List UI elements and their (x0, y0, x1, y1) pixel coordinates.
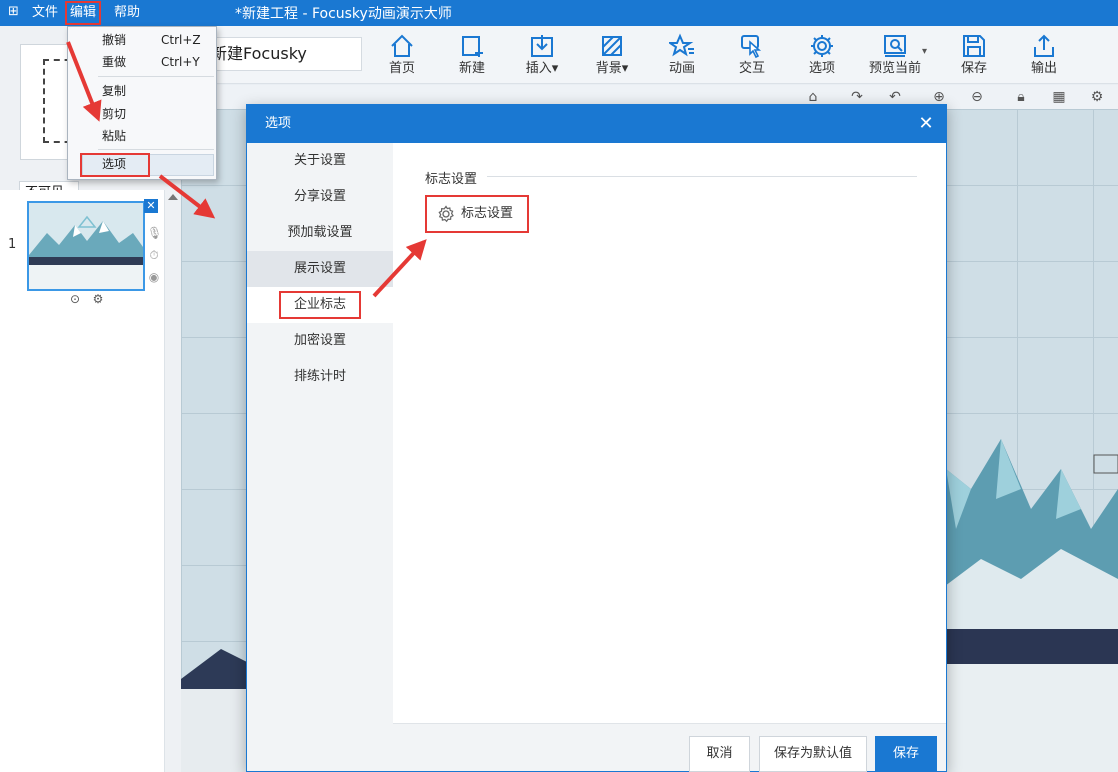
animation-label: 动画 (668, 61, 695, 76)
edit-menu: 撤销 Ctrl+Z 重做 Ctrl+Y 复制 剪切 粘贴 选项 (67, 26, 217, 180)
logo-settings-button[interactable]: 标志设置 (425, 195, 529, 233)
app-logo-icon: ⊞ (8, 4, 19, 19)
nav-encryption-settings[interactable]: 加密设置 (247, 323, 393, 359)
menu-options[interactable]: 选项 (80, 153, 150, 177)
options-button[interactable]: 选项 (790, 31, 854, 81)
dialog-footer: 取消 保存为默认值 保存 (393, 723, 946, 772)
interaction-button[interactable]: 交互 (720, 31, 784, 81)
mountain-thumbnail-image (29, 203, 143, 289)
grid-icon[interactable]: ▦ (1050, 88, 1068, 106)
preview-icon (884, 35, 906, 57)
background-label: 背景▾ (595, 61, 629, 76)
scroll-up-icon[interactable] (168, 194, 178, 200)
new-icon (462, 36, 483, 57)
nav-preload-settings[interactable]: 预加载设置 (247, 215, 393, 251)
dialog-header: 选项 ✕ (247, 105, 946, 143)
nav-about-settings[interactable]: 关于设置 (247, 143, 393, 179)
slide-delete-icon[interactable]: ✕ (144, 199, 158, 213)
home-icon (391, 34, 413, 57)
options-dialog: 选项 ✕ 关于设置 分享设置 预加载设置 展示设置 企业标志 加密设置 排练计时… (246, 104, 947, 772)
nav-rehearsal-timing[interactable]: 排练计时 (247, 359, 393, 395)
menu-edit[interactable]: 编辑 (64, 1, 102, 25)
slide-list: 1 ✕ 🎙︎ ⏱︎ ◉ ⊙ ⚙ (0, 190, 165, 772)
home-button[interactable]: 首页 (370, 31, 434, 81)
settings-grid-icon[interactable]: ⚙ (1088, 88, 1106, 106)
cancel-button[interactable]: 取消 (689, 736, 750, 772)
preview-dropdown-icon[interactable]: ▾ (922, 46, 927, 57)
play-icon[interactable]: ⊙ (68, 292, 82, 306)
save-default-button[interactable]: 保存为默认值 (759, 736, 867, 772)
eye-icon[interactable]: ◉ (147, 270, 161, 284)
nav-company-logo-label: 企业标志 (279, 291, 361, 319)
nav-display-settings[interactable]: 展示设置 (247, 251, 393, 287)
timer-icon[interactable]: ⏱︎ (147, 248, 161, 262)
export-button[interactable]: 输出 (1012, 31, 1076, 81)
menu-redo[interactable]: 重做 (102, 53, 126, 71)
logo-settings-label: 标志设置 (461, 206, 514, 221)
dialog-nav: 关于设置 分享设置 预加载设置 展示设置 企业标志 加密设置 排练计时 (247, 143, 393, 771)
menu-copy[interactable]: 复制 (102, 82, 126, 100)
gear-icon (438, 205, 454, 223)
options-label: 选项 (808, 61, 835, 76)
menu-help[interactable]: 帮助 (114, 0, 140, 26)
save-icon (963, 35, 985, 57)
gear-icon (811, 35, 833, 57)
preview-label: 预览当前 (868, 61, 921, 76)
project-title-input[interactable]: 新建Focusky (204, 37, 362, 71)
animation-button[interactable]: 动画 (650, 31, 714, 81)
dialog-body: 标志设置 标志设置 (393, 143, 946, 723)
preview-button[interactable]: 预览当前 (860, 31, 930, 81)
interaction-label: 交互 (738, 61, 765, 76)
section-title: 标志设置 (425, 172, 478, 187)
insert-button[interactable]: 插入▾ (510, 31, 574, 81)
animation-icon (669, 33, 694, 57)
close-icon[interactable]: ✕ (916, 114, 936, 134)
slide-number: 1 (8, 237, 17, 252)
zoom-out-icon[interactable]: ⊖ (968, 88, 986, 106)
slide-thumbnail[interactable] (27, 201, 145, 291)
save-toolbar-button[interactable]: 保存 (942, 31, 1006, 81)
menu-undo[interactable]: 撤销 (102, 31, 126, 49)
menu-undo-shortcut: Ctrl+Z (161, 33, 201, 47)
export-label: 输出 (1030, 61, 1057, 76)
window-title: *新建工程 - Focusky动画演示大师 (235, 6, 452, 22)
new-label: 新建 (458, 61, 485, 76)
menu-separator (98, 149, 214, 150)
section-divider (487, 176, 917, 177)
new-button[interactable]: 新建 (440, 31, 504, 81)
slide-settings-icon[interactable]: ⚙ (91, 292, 105, 306)
home-label: 首页 (388, 61, 415, 76)
menu-separator (98, 76, 214, 77)
save-toolbar-label: 保存 (960, 61, 987, 76)
export-icon (1034, 34, 1054, 57)
background-button[interactable]: 背景▾ (580, 31, 644, 81)
title-bar: ⊞ 文件 编辑 帮助 *新建工程 - Focusky动画演示大师 (0, 0, 1118, 26)
menu-paste[interactable]: 粘贴 (102, 127, 126, 145)
nav-share-settings[interactable]: 分享设置 (247, 179, 393, 215)
menu-file[interactable]: 文件 (32, 0, 58, 26)
lock-icon[interactable]: 🔒︎ (1012, 88, 1030, 106)
interaction-icon (741, 35, 762, 59)
save-button[interactable]: 保存 (875, 736, 937, 772)
background-icon (602, 36, 622, 56)
dialog-title: 选项 (265, 116, 292, 131)
menu-redo-shortcut: Ctrl+Y (161, 55, 200, 69)
microphone-icon[interactable]: 🎙︎ (147, 226, 162, 240)
menu-cut[interactable]: 剪切 (102, 105, 126, 123)
nav-company-logo[interactable]: 企业标志 (247, 287, 393, 323)
insert-label: 插入▾ (525, 61, 559, 76)
insert-icon (531, 35, 553, 57)
slide-list-scrollbar[interactable] (165, 190, 181, 772)
